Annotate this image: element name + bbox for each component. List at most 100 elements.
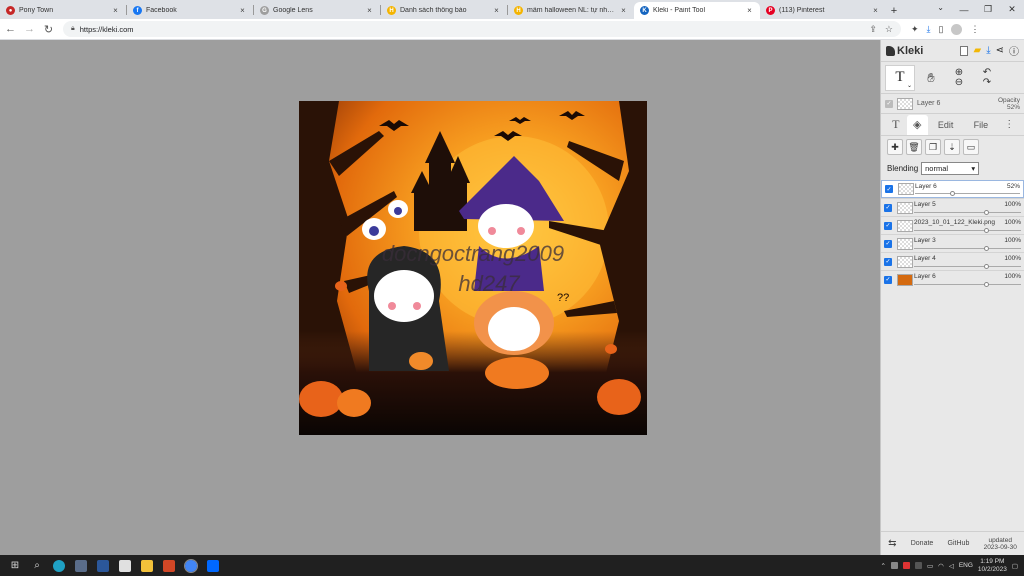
minimize-icon[interactable]: — [952,0,976,19]
layer-row[interactable]: ✓ Layer 4 100% [881,252,1024,270]
powerpoint-icon[interactable] [158,555,180,576]
camera-icon[interactable] [70,555,92,576]
close-tab-icon[interactable]: × [365,6,374,15]
layer-visible-checkbox[interactable]: ✓ [884,257,892,266]
browser-tab[interactable]: H Danh sách thông báo × [381,2,507,19]
help-icon[interactable]: ⓘ [1009,43,1019,58]
layer-visible-checkbox[interactable]: ✓ [884,239,892,248]
reload-icon[interactable]: ↻ [40,21,57,38]
close-tab-icon[interactable]: × [111,6,120,15]
layer-opacity-knob[interactable] [984,246,989,251]
layer-opacity-slider[interactable] [914,284,1021,285]
drawing-canvas[interactable]: docngoctrang2009 hd247 ?? [299,101,647,435]
layer-visible-checkbox[interactable]: ✓ [885,185,893,193]
layer-opacity-slider[interactable] [915,193,1020,194]
more-menu-icon[interactable]: ⋮ [998,115,1020,135]
rename-layer-icon[interactable]: ▭ [963,139,979,155]
layer-opacity-slider[interactable] [914,266,1021,267]
close-tab-icon[interactable]: × [238,6,247,15]
notification-icon[interactable]: ▢ [1012,562,1018,570]
layer-row[interactable]: ✓ 2023_10_01_122_Kleki.png 100% [881,216,1024,234]
close-tab-icon[interactable]: × [619,6,628,15]
tray-app-icon[interactable] [903,562,910,569]
tray-overflow-icon[interactable]: ⌃ [881,562,886,570]
browser-tab[interactable]: K Kleki - Paint Tool × [634,2,760,19]
layer-visible-checkbox[interactable]: ✓ [885,99,893,108]
layer-visible-checkbox[interactable]: ✓ [884,221,892,230]
bookmark-star-icon[interactable]: ☆ [885,24,893,35]
new-image-icon[interactable] [960,45,969,56]
layer-opacity-knob[interactable] [984,282,989,287]
lock-icon[interactable]: 🔒︎ [71,25,75,33]
blending-select[interactable]: normal ▾ [921,161,980,175]
file-explorer-icon[interactable] [136,555,158,576]
canvas-workspace[interactable]: docngoctrang2009 hd247 ?? [0,40,880,555]
clock[interactable]: 1:19 PM 10/2/2023 [978,558,1007,574]
browser-tab[interactable]: Hmầm halloween NL: tự nhìn nề... × [508,2,634,19]
notes-icon[interactable] [114,555,136,576]
wifi-icon[interactable]: ◠ [938,562,944,570]
zoom-icon[interactable]: ⊕ ⊖ [947,65,971,91]
browser-tab[interactable]: P (113) Pinterest × [760,2,886,19]
restore-icon[interactable]: ❐ [976,0,1000,19]
new-tab-button[interactable]: + [886,2,902,19]
forward-icon[interactable]: → [21,21,38,38]
back-icon[interactable]: ← [2,21,19,38]
tab-layers[interactable]: ◈ [906,114,929,135]
browser-menu-icon[interactable]: ⋮ [970,24,979,35]
donate-link[interactable]: Donate [911,540,934,547]
layer-opacity-slider[interactable] [914,212,1021,213]
layer-row[interactable]: ✓ Layer 6 100% [881,270,1024,288]
layer-opacity-slider[interactable] [914,248,1021,249]
volume-icon[interactable]: ◁ [949,562,954,570]
swap-sides-icon[interactable]: ⇆ [888,538,896,549]
save-icon[interactable]: ▰ [973,45,981,56]
edge-icon[interactable] [48,555,70,576]
layer-opacity-knob[interactable] [984,210,989,215]
layer-opacity-knob[interactable] [949,191,955,196]
word-icon[interactable] [92,555,114,576]
language-indicator[interactable]: ENG [959,562,973,569]
tab-edit[interactable]: Edit [928,115,963,135]
duplicate-layer-icon[interactable]: ❐ [925,139,941,155]
browser-tab[interactable]: G Google Lens × [254,2,380,19]
merge-layer-icon[interactable]: ⇣ [944,139,960,155]
browser-tab[interactable]: f Facebook × [127,2,253,19]
layer-opacity-knob[interactable] [984,264,989,269]
battery-icon[interactable]: ▭ [927,562,933,570]
layer-visible-checkbox[interactable]: ✓ [884,203,892,212]
zalo-icon[interactable] [202,555,224,576]
tab-search-icon[interactable]: ⌄ [937,3,944,12]
download-icon[interactable]: ⤓ [927,24,931,35]
share-icon[interactable]: ⋖ [996,45,1004,56]
github-link[interactable]: GitHub [948,540,970,547]
close-tab-icon[interactable]: × [745,6,754,15]
tab-file[interactable]: File [963,115,998,135]
chrome-icon[interactable] [180,555,202,576]
tray-app-icon[interactable] [915,562,922,569]
close-tab-icon[interactable]: × [492,6,501,15]
tray-app-icon[interactable] [891,562,898,569]
layer-opacity-slider[interactable] [914,230,1021,231]
layer-row[interactable]: ✓ Layer 3 100% [881,234,1024,252]
profile-avatar[interactable] [951,23,963,35]
delete-layer-icon[interactable]: 🗑︎ [906,139,922,155]
download-icon[interactable]: ⤓ [986,45,990,56]
close-tab-icon[interactable]: × [871,6,880,15]
layer-row[interactable]: ✓ Layer 6 52% [881,180,1024,198]
start-icon[interactable]: ⊞ [4,555,26,576]
close-window-icon[interactable]: ✕ [1000,0,1024,19]
text-tool-button[interactable]: T ⌄ [885,64,915,91]
layer-row[interactable]: ✓ Layer 5 100% [881,198,1024,216]
share-icon[interactable]: ⇪ [869,24,877,35]
browser-tab[interactable]: ● Pony Town × [0,2,126,19]
extensions-icon[interactable]: ✦ [911,24,919,35]
add-layer-icon[interactable]: ✚ [887,139,903,155]
address-bar[interactable]: 🔒︎ https://kleki.com ⇪ ☆ [63,21,901,37]
layer-visible-checkbox[interactable]: ✓ [884,275,892,284]
search-icon[interactable]: ⌕ [26,555,48,576]
tab-text-tool[interactable]: T [885,115,907,135]
undo-redo-icon[interactable]: ↶ ↷ [975,65,999,91]
hand-tool-icon[interactable]: ✋︎ [919,65,943,91]
layer-opacity-knob[interactable] [984,228,989,233]
